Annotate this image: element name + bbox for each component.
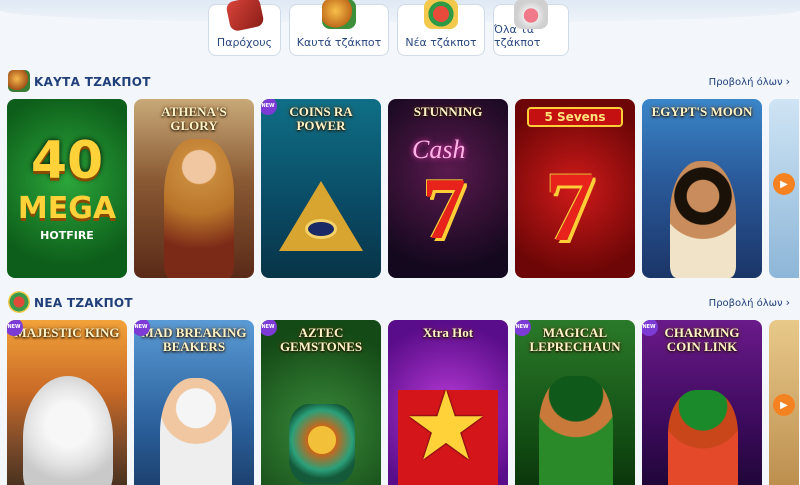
aztec-mask-artwork: [289, 404, 355, 484]
game-title: AZTEC GEMSTONES: [279, 325, 363, 355]
tab-new-jackpots-label: Νέα τζάκποτ: [405, 36, 477, 49]
game-title: MAD BREAKING BEAKERS: [141, 325, 247, 355]
new-ornament-icon: [424, 0, 458, 29]
view-all-label: Προβολή όλων: [708, 298, 783, 309]
providers-book-icon: [224, 0, 265, 33]
hot-barrel-icon: [322, 0, 356, 29]
game-tile-stunning-cash[interactable]: STUNNING Cash 7: [388, 99, 508, 278]
game-title: MAGICAL LEPRECHAUN: [529, 325, 621, 355]
leprechaun-artwork: [668, 390, 738, 485]
tab-hot-jackpots-label: Καυτά τζάκποτ: [296, 36, 382, 49]
eye-artwork: [305, 219, 337, 239]
pyramid-artwork: [279, 181, 363, 251]
tab-providers-label: Παρόχους: [216, 36, 273, 49]
chevron-right-icon: ›: [785, 296, 790, 309]
game-title-word: MEGA: [17, 191, 117, 226]
game-title: 5 Sevens: [527, 107, 623, 127]
carousel-next-button[interactable]: ▶: [773, 173, 795, 195]
game-title: CHARMING COIN LINK: [664, 325, 740, 355]
game-tile-40-mega-hotfire[interactable]: 40 MEGA HOTFIRE: [7, 99, 127, 278]
view-all-link[interactable]: Προβολή όλων ›: [709, 75, 790, 88]
scientist-artwork: [160, 378, 232, 485]
tab-new-jackpots[interactable]: Νέα τζάκποτ: [397, 0, 485, 56]
leprechaun-artwork: [539, 376, 613, 485]
section-title: ΝΕΑ ΤΖΑΚΠΟΤ: [34, 296, 133, 310]
new-ornament-icon: [8, 291, 30, 313]
game-tile-breaking-beakers[interactable]: NEW MAD BREAKING BEAKERS: [134, 320, 254, 485]
hot-jackpots-section: ΚΑΥΤΑ ΤΖΑΚΠΟΤ Προβολή όλων › 40 MEGA HOTF…: [0, 70, 800, 278]
new-jackpots-section: ΝΕΑ ΤΖΑΚΠΟΤ Προβολή όλων › NEW MAJESTIC K…: [0, 291, 800, 485]
game-title: EGYPT'S MOON: [651, 104, 753, 119]
game-tile-aztec-gemstones[interactable]: NEW AZTEC GEMSTONES: [261, 320, 381, 485]
game-title: ATHENA'S GLORY: [161, 104, 227, 134]
game-artwork: [164, 139, 234, 278]
view-all-label: Προβολή όλων: [708, 77, 783, 88]
star-icon: ★: [403, 370, 490, 482]
game-title: MAJESTIC KING: [14, 325, 120, 340]
all-sushi-icon: [514, 0, 548, 29]
chevron-right-icon: ›: [785, 75, 790, 88]
game-tile-coins-of-ra[interactable]: NEW COINS RA POWER: [261, 99, 381, 278]
view-all-link[interactable]: Προβολή όλων ›: [709, 296, 790, 309]
game-title: STUNNING: [413, 104, 483, 119]
game-tile-egypts-moon[interactable]: EGYPT'S MOON: [642, 99, 762, 278]
section-title: ΚΑΥΤΑ ΤΖΑΚΠΟΤ: [34, 75, 151, 89]
tab-hot-jackpots[interactable]: Καυτά τζάκποτ: [289, 0, 389, 56]
seven-symbol: 7: [422, 161, 466, 258]
game-tile-partial[interactable]: ▶: [769, 320, 799, 485]
category-tabs: Παρόχους Καυτά τζάκποτ Νέα τζάκποτ Όλα τ…: [208, 0, 569, 56]
carousel-next-button[interactable]: ▶: [773, 394, 795, 416]
tab-all-jackpots[interactable]: Όλα τα τζάκποτ: [493, 0, 569, 56]
game-tile-magical-leprechaun[interactable]: NEW MAGICAL LEPRECHAUN: [515, 320, 635, 485]
lion-artwork: [23, 376, 113, 485]
game-tile-partial[interactable]: ▶: [769, 99, 799, 278]
game-carousel: NEW MAJESTIC KING NEW MAD BREAKING BEAKE…: [7, 320, 799, 485]
hot-barrel-icon: [8, 70, 30, 92]
game-tile-majestic-king[interactable]: NEW MAJESTIC KING: [7, 320, 127, 485]
section-header: ΚΑΥΤΑ ΤΖΑΚΠΟΤ Προβολή όλων ›: [0, 70, 800, 94]
game-title-number: 40: [30, 131, 104, 191]
game-artwork: [670, 161, 736, 278]
game-tile-charming-coin-link[interactable]: NEW CHARMING COIN LINK: [642, 320, 762, 485]
game-tile-5-sevens[interactable]: 5 Sevens 7: [515, 99, 635, 278]
section-header: ΝΕΑ ΤΖΑΚΠΟΤ Προβολή όλων ›: [0, 291, 800, 315]
seven-symbol: 7: [545, 151, 595, 262]
game-carousel: 40 MEGA HOTFIRE ATHENA'S GLORY NEW COINS…: [7, 99, 799, 278]
game-title-sub: HOTFIRE: [40, 229, 94, 242]
game-tile-xtra-hot[interactable]: Xtra Hot ★: [388, 320, 508, 485]
game-title: Xtra Hot: [422, 325, 474, 340]
game-title: COINS RA POWER: [289, 104, 353, 134]
game-tile-athenas-glory[interactable]: ATHENA'S GLORY: [134, 99, 254, 278]
tab-providers[interactable]: Παρόχους: [208, 0, 281, 56]
